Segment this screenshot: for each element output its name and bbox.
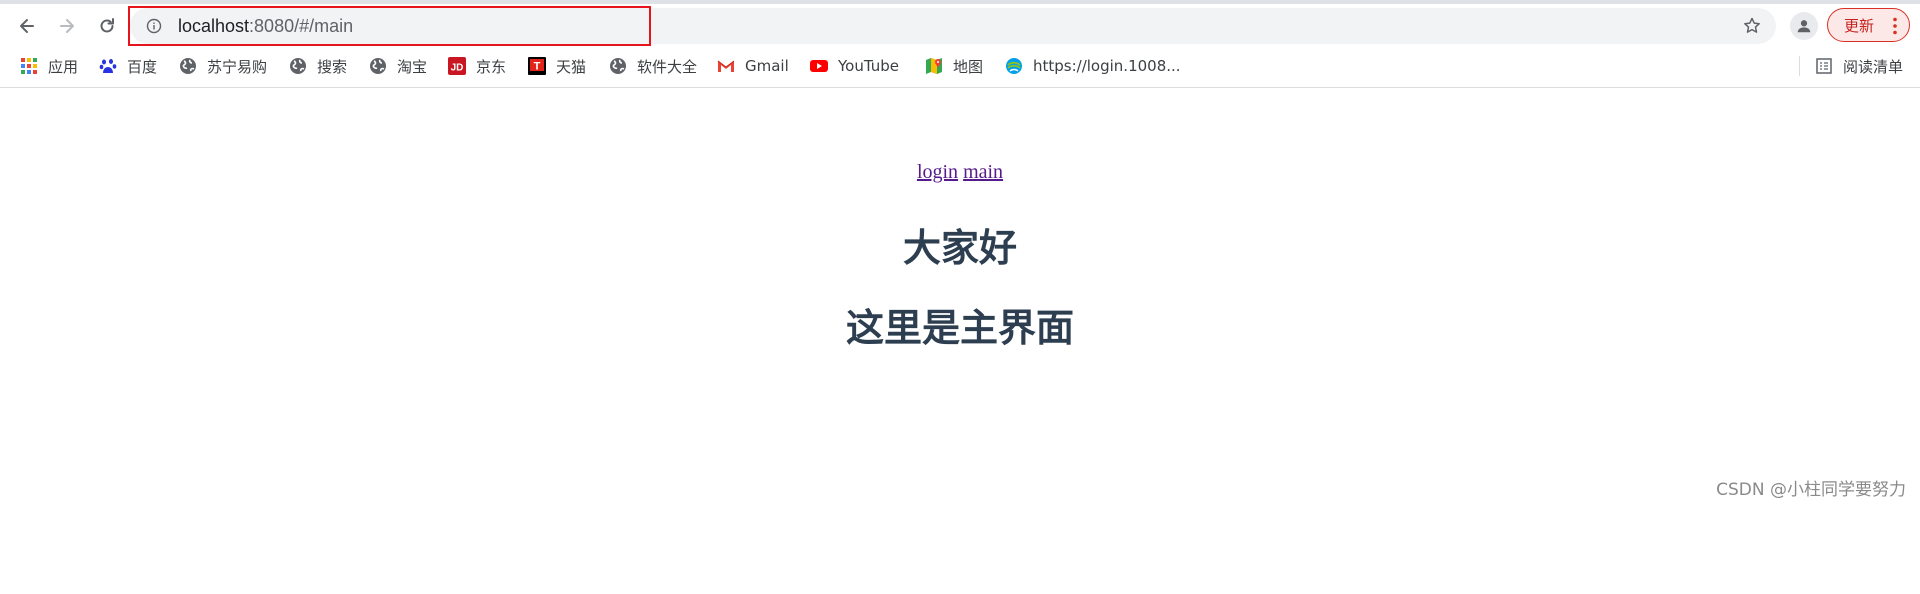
arrow-left-icon	[20, 19, 34, 33]
bookmark-youtube[interactable]: YouTube	[810, 54, 899, 78]
bookmark-tmall[interactable]: T 天猫	[528, 54, 586, 78]
bookmark-label: 百度	[127, 57, 158, 76]
bookmark-label: YouTube	[838, 57, 899, 75]
greeting-heading: 大家好	[902, 226, 1017, 270]
bookmark-label: 地图	[953, 57, 984, 76]
bookmark-label: 天猫	[556, 57, 587, 76]
profile-button[interactable]	[1790, 12, 1818, 40]
svg-text:JD: JD	[451, 63, 464, 74]
info-icon[interactable]	[146, 18, 162, 34]
address-bar[interactable]: localhost:8080/#/main	[130, 8, 1776, 44]
watermark: CSDN @小柱同学要努力	[1716, 480, 1906, 500]
browser-chrome: localhost:8080/#/main 更新 应用 百度 苏宁易购 搜索 淘…	[0, 0, 1920, 88]
baidu-paw-icon	[99, 57, 117, 75]
apps-grid-icon	[20, 57, 38, 75]
youtube-icon	[810, 57, 828, 75]
reading-list-button[interactable]: 阅读清单	[1815, 54, 1903, 78]
bookmark-baidu[interactable]: 百度	[99, 54, 157, 78]
bookmark-label: Gmail	[745, 57, 789, 75]
maps-icon	[925, 57, 943, 75]
person-icon	[1797, 20, 1811, 33]
tab-strip	[0, 0, 1920, 4]
bookmarks-separator	[1799, 56, 1800, 76]
bookmark-label: 搜索	[317, 57, 348, 76]
bookmark-label: 京东	[476, 57, 507, 76]
globe-icon	[179, 57, 197, 75]
bookmark-label: 应用	[48, 57, 79, 76]
bookmark-gmail[interactable]: Gmail	[717, 54, 789, 78]
url-path: :8080/#/main	[249, 16, 354, 36]
reload-icon	[100, 18, 114, 33]
more-vert-icon	[1893, 17, 1897, 35]
jd-icon: JD	[448, 57, 466, 75]
back-button[interactable]	[11, 10, 43, 42]
update-button[interactable]: 更新	[1827, 8, 1910, 42]
bookmark-software[interactable]: 软件大全	[609, 54, 697, 78]
bookmark-label: 软件大全	[637, 57, 698, 76]
reading-list-label: 阅读清单	[1843, 57, 1904, 76]
bookmark-suning[interactable]: 苏宁易购	[179, 54, 267, 78]
globe-icon	[609, 57, 627, 75]
china-mobile-icon	[1005, 57, 1023, 75]
url-text[interactable]: localhost:8080/#/main	[178, 8, 353, 44]
bookmark-label: https://login.1008...	[1033, 57, 1181, 75]
bookmarks-bar: 应用 百度 苏宁易购 搜索 淘宝 JD 京东 T 天猫 软件大全 Gmail Y…	[0, 50, 1920, 82]
login-link[interactable]: login	[917, 161, 958, 183]
bookmark-jd[interactable]: JD 京东	[448, 54, 506, 78]
globe-icon	[369, 57, 387, 75]
svg-text:T: T	[534, 61, 541, 73]
bookmark-label: 淘宝	[397, 57, 428, 76]
reading-list-icon	[1815, 57, 1833, 75]
browser-toolbar: localhost:8080/#/main 更新	[0, 6, 1920, 46]
url-host: localhost	[178, 16, 250, 36]
reload-button[interactable]	[91, 10, 123, 42]
main-link[interactable]: main	[963, 161, 1003, 183]
bookmark-star-icon[interactable]	[1742, 16, 1762, 36]
tmall-icon: T	[528, 57, 546, 75]
globe-icon	[289, 57, 307, 75]
page-content: login main 大家好 这里是主界面	[0, 89, 1920, 594]
router-nav: login main	[0, 161, 1920, 184]
bookmark-search[interactable]: 搜索	[289, 54, 347, 78]
forward-button[interactable]	[51, 10, 83, 42]
arrow-right-icon	[60, 19, 74, 33]
bookmark-label: 苏宁易购	[207, 57, 268, 76]
bookmark-taobao[interactable]: 淘宝	[369, 54, 427, 78]
update-label: 更新	[1844, 16, 1875, 35]
bookmark-maps[interactable]: 地图	[925, 54, 983, 78]
main-page-heading: 这里是主界面	[845, 306, 1074, 350]
bookmark-login-1008[interactable]: https://login.1008...	[1005, 54, 1181, 78]
bookmark-apps[interactable]: 应用	[20, 54, 78, 78]
gmail-icon	[717, 57, 735, 75]
